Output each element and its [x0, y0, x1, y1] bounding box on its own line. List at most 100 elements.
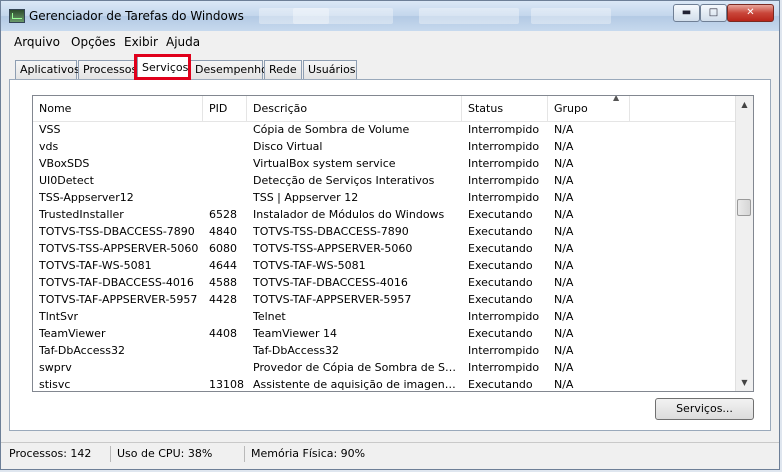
maximize-icon: □	[708, 7, 719, 18]
table-row[interactable]: TOTVS-TAF-WS-5081 4644 TOTVS-TAF-WS-5081 Ex…	[33, 257, 738, 274]
cell-group: N/A	[554, 208, 574, 221]
cell-group: N/A	[554, 378, 574, 391]
cell-status: Executando	[468, 293, 533, 306]
table-row[interactable]: Taf-DbAccess32 Taf-DbAccess32 Interrompido…	[33, 342, 738, 359]
tab-usuarios[interactable]: Usuários	[303, 60, 357, 79]
cell-description: Instalador de Módulos do Windows	[253, 208, 445, 221]
maximize-button[interactable]: □	[700, 4, 727, 22]
menu-ajuda[interactable]: Ajuda	[166, 35, 200, 49]
cell-description: Taf-DbAccess32	[253, 344, 339, 357]
table-row[interactable]: TOTVS-TAF-DBACCESS-4016 4588 TOTVS-TAF-DBA…	[33, 274, 738, 291]
cell-description: Disco Virtual	[253, 140, 323, 153]
cell-group: N/A	[554, 310, 574, 323]
cell-group: N/A	[554, 157, 574, 170]
cell-name: stisvc	[39, 378, 71, 391]
table-row[interactable]: VBoxSDS VirtualBox system service Interrom…	[33, 155, 738, 172]
table-row[interactable]: TrustedInstaller 6528 Instalador de Módulo…	[33, 206, 738, 223]
cell-group: N/A	[554, 140, 574, 153]
status-memory: Memória Física: 90%	[251, 447, 366, 460]
close-button[interactable]: ✕	[727, 4, 774, 22]
vertical-scrollbar[interactable]: ▲ ▼	[735, 96, 753, 391]
cell-group: N/A	[554, 276, 574, 289]
cell-name: UI0Detect	[39, 174, 94, 187]
scroll-thumb[interactable]	[737, 199, 751, 216]
tab-rede[interactable]: Rede	[264, 60, 302, 79]
cell-name: TOTVS-TAF-WS-5081	[39, 259, 152, 272]
cell-description: TSS | Appserver 12	[253, 191, 359, 204]
table-row[interactable]: TeamViewer 4408 TeamViewer 14 Executando N/A	[33, 325, 738, 342]
cell-status: Executando	[468, 327, 533, 340]
cell-group: N/A	[554, 293, 574, 306]
background-taskbar-blur	[531, 8, 611, 24]
cell-name: TOTVS-TAF-APPSERVER-5957	[39, 293, 198, 306]
cell-name: VSS	[39, 123, 61, 136]
close-icon: ✕	[746, 7, 755, 18]
column-header-status[interactable]: Status	[462, 96, 548, 121]
cell-description: TOTVS-TAF-APPSERVER-5957	[253, 293, 412, 306]
cell-pid: 4428	[209, 293, 237, 306]
cell-description: TOTVS-TSS-DBACCESS-7890	[253, 225, 409, 238]
cell-group: N/A	[554, 225, 574, 238]
table-row[interactable]: vds Disco Virtual Interrompido N/A	[33, 138, 738, 155]
table-row[interactable]: stisvc 13108 Assistente de aquisição de im…	[33, 376, 738, 391]
background-taskbar-blur	[419, 8, 519, 24]
column-header-pid[interactable]: PID	[203, 96, 247, 121]
cell-description: Detecção de Serviços Interativos	[253, 174, 435, 187]
cell-status: Interrompido	[468, 174, 540, 187]
cell-status: Interrompido	[468, 310, 540, 323]
table-row[interactable]: UI0Detect Detecção de Serviços Interativo…	[33, 172, 738, 189]
minimize-button[interactable]: ▬	[673, 4, 700, 22]
cell-pid: 13108	[209, 378, 244, 391]
rows-container: VSS Cópia de Sombra de Volume Interrompido…	[33, 121, 738, 391]
cell-group: N/A	[554, 361, 574, 374]
window-title: Gerenciador de Tarefas do Windows	[29, 9, 244, 23]
cell-status: Interrompido	[468, 344, 540, 357]
menu-opcoes[interactable]: Opções	[71, 35, 116, 49]
cell-pid: 6528	[209, 208, 237, 221]
cell-pid: 4588	[209, 276, 237, 289]
tab-strip: Aplicativos Processos Serviços Desempenh…	[1, 56, 779, 80]
cell-description: VirtualBox system service	[253, 157, 396, 170]
cell-group: N/A	[554, 191, 574, 204]
services-list[interactable]: Nome PID Descrição Status Grupo ▲ VSS Cóp…	[32, 95, 754, 392]
highlight-annotation	[134, 54, 191, 80]
cell-description: Cópia de Sombra de Volume	[253, 123, 410, 136]
menu-bar: Arquivo Opções Exibir Ajuda	[1, 32, 779, 51]
cell-description: TOTVS-TAF-WS-5081	[253, 259, 366, 272]
cell-status: Interrompido	[468, 123, 540, 136]
cell-status: Executando	[468, 225, 533, 238]
table-row[interactable]: TlntSvr Telnet Interrompido N/A	[33, 308, 738, 325]
menu-arquivo[interactable]: Arquivo	[14, 35, 60, 49]
task-manager-icon	[9, 9, 25, 23]
cell-name: TSS-Appserver12	[39, 191, 134, 204]
table-row[interactable]: TSS-Appserver12 TSS | Appserver 12 Interro…	[33, 189, 738, 206]
column-header-nome[interactable]: Nome	[33, 96, 203, 121]
tab-aplicativos[interactable]: Aplicativos	[15, 60, 80, 79]
tab-processos[interactable]: Processos	[78, 60, 137, 79]
scroll-down-icon[interactable]: ▼	[736, 374, 753, 391]
table-row[interactable]: TOTVS-TSS-APPSERVER-5060 6080 TOTVS-TSS-AP…	[33, 240, 738, 257]
services-button[interactable]: Serviços...	[655, 398, 754, 420]
tab-desempenho[interactable]: Desempenho	[190, 60, 268, 79]
cell-status: Executando	[468, 378, 533, 391]
title-bar: Gerenciador de Tarefas do Windows ▬ □ ✕	[1, 1, 779, 31]
cell-status: Interrompido	[468, 157, 540, 170]
table-row[interactable]: TOTVS-TAF-APPSERVER-5957 4428 TOTVS-TAF-AP…	[33, 291, 738, 308]
cell-name: TOTVS-TSS-DBACCESS-7890	[39, 225, 195, 238]
status-processes: Processos: 142	[5, 446, 111, 462]
table-row[interactable]: TOTVS-TSS-DBACCESS-7890 4840 TOTVS-TSS-DBA…	[33, 223, 738, 240]
cell-group: N/A	[554, 259, 574, 272]
cell-pid: 4644	[209, 259, 237, 272]
cell-status: Executando	[468, 259, 533, 272]
cell-group: N/A	[554, 344, 574, 357]
list-header: Nome PID Descrição Status Grupo ▲	[33, 96, 738, 122]
cell-group: N/A	[554, 174, 574, 187]
table-row[interactable]: swprv Provedor de Cópia de Sombra de Soft…	[33, 359, 738, 376]
services-panel: Nome PID Descrição Status Grupo ▲ VSS Cóp…	[9, 79, 771, 431]
cell-pid: 6080	[209, 242, 237, 255]
menu-exibir[interactable]: Exibir	[124, 35, 158, 49]
table-row[interactable]: VSS Cópia de Sombra de Volume Interrompido…	[33, 121, 738, 138]
column-header-descricao[interactable]: Descrição	[247, 96, 462, 121]
cell-group: N/A	[554, 327, 574, 340]
scroll-up-icon[interactable]: ▲	[736, 96, 753, 113]
